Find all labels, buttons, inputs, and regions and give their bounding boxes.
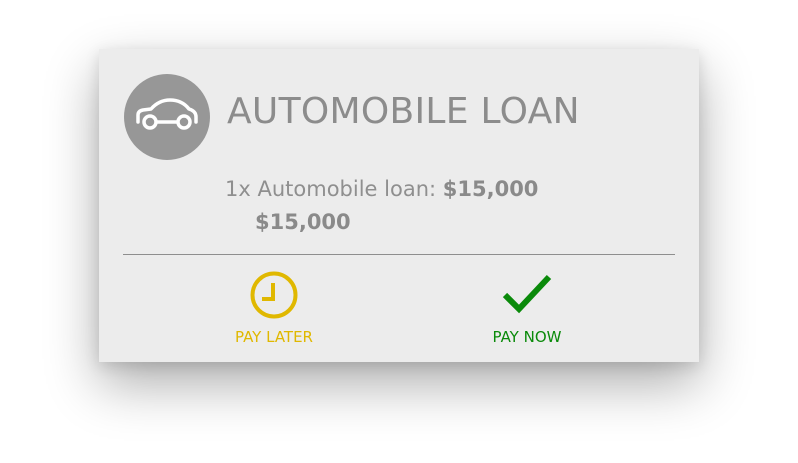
checkmark-icon xyxy=(502,274,552,314)
clock-icon xyxy=(250,271,298,319)
loan-card: AUTOMOBILE LOAN 1x Automobile loan: $15,… xyxy=(99,49,699,362)
line-item-description: Automobile loan: xyxy=(257,177,437,201)
pay-now-label: PAY NOW xyxy=(492,328,562,346)
pay-later-label: PAY LATER xyxy=(235,328,313,346)
line-item-amount: $15,000 xyxy=(442,177,539,201)
line-item: 1x Automobile loan: $15,000 xyxy=(225,177,538,201)
divider xyxy=(123,254,675,255)
pay-now-button[interactable]: PAY NOW xyxy=(447,269,607,349)
pay-later-button[interactable]: PAY LATER xyxy=(194,269,354,349)
loan-title: AUTOMOBILE LOAN xyxy=(227,91,580,132)
car-icon xyxy=(136,98,198,130)
total-amount: $15,000 xyxy=(255,210,351,234)
loan-avatar xyxy=(124,74,210,160)
line-item-quantity: 1x xyxy=(225,177,251,201)
